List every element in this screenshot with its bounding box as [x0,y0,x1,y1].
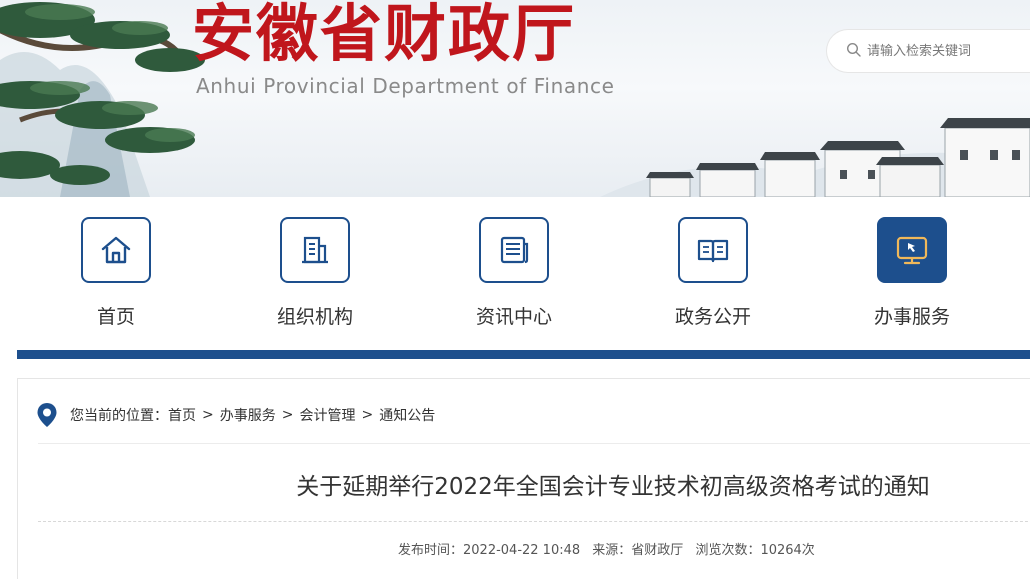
main-nav: 首页 组织机构 资讯中心 政务公开 办事服务 [0,197,1030,347]
nav-label: 资讯中心 [475,306,552,328]
article-title: 关于延期举行2022年全国会计专业技术初高级资格考试的通知 [296,474,930,500]
nav-item-open-government[interactable]: 政务公开 [638,217,788,337]
nav-accent-bar [17,350,1030,359]
search-box[interactable] [827,30,1030,72]
nav-icon-box [280,217,350,283]
houses-illustration [646,118,1030,197]
nav-icon-box [877,217,947,283]
site-subtitle: Anhui Provincial Department of Finance [196,74,615,98]
nav-item-home[interactable]: 首页 [41,217,191,337]
header-banner: 安徽省财政厅 Anhui Provincial Department of Fi… [0,0,1030,197]
breadcrumb-prefix: 您当前的位置： [70,408,168,424]
service-monitor-icon [896,236,928,265]
site-title: 安徽省财政厅 [192,0,577,70]
article-panel: 您当前的位置： 首页 > 办事服务 > 会计管理 > 通知公告 关于延期举行20… [17,378,1030,579]
breadcrumb-home[interactable]: 首页 [168,405,196,425]
search-input[interactable] [867,41,1030,61]
news-icon [500,236,529,264]
nav-label: 政务公开 [674,306,751,328]
breadcrumb-accounting[interactable]: 会计管理 [299,405,355,425]
breadcrumb-notices[interactable]: 通知公告 [379,405,435,425]
nav-item-news[interactable]: 资讯中心 [439,217,589,337]
divider [38,443,1030,444]
nav-icon-box [81,217,151,283]
breadcrumb-separator: > [202,407,214,423]
location-pin-icon [37,403,57,427]
home-icon [101,236,131,264]
publish-time: 发布时间：2022-04-22 10:48 [398,543,581,558]
building-icon [302,236,328,264]
nav-label: 组织机构 [276,306,353,328]
nav-label: 首页 [96,306,135,328]
view-count: 浏览次数：10264次 [695,543,815,558]
open-book-icon [697,239,729,263]
article-meta: 发布时间：2022-04-22 10:48 来源：省财政厅 浏览次数：10264… [398,539,823,558]
dashed-divider [38,521,1030,522]
breadcrumb-services[interactable]: 办事服务 [220,405,276,425]
nav-icon-box [479,217,549,283]
search-icon [846,42,861,57]
nav-item-services[interactable]: 办事服务 [837,217,987,337]
breadcrumb-separator: > [281,407,294,423]
article-source: 来源：省财政厅 [592,543,684,558]
nav-label: 办事服务 [873,306,950,328]
nav-item-organization[interactable]: 组织机构 [240,217,390,337]
breadcrumb-separator: > [361,407,374,423]
breadcrumb: 您当前的位置： 首页 > 办事服务 > 会计管理 > 通知公告 [36,401,435,429]
nav-icon-box [678,217,748,283]
